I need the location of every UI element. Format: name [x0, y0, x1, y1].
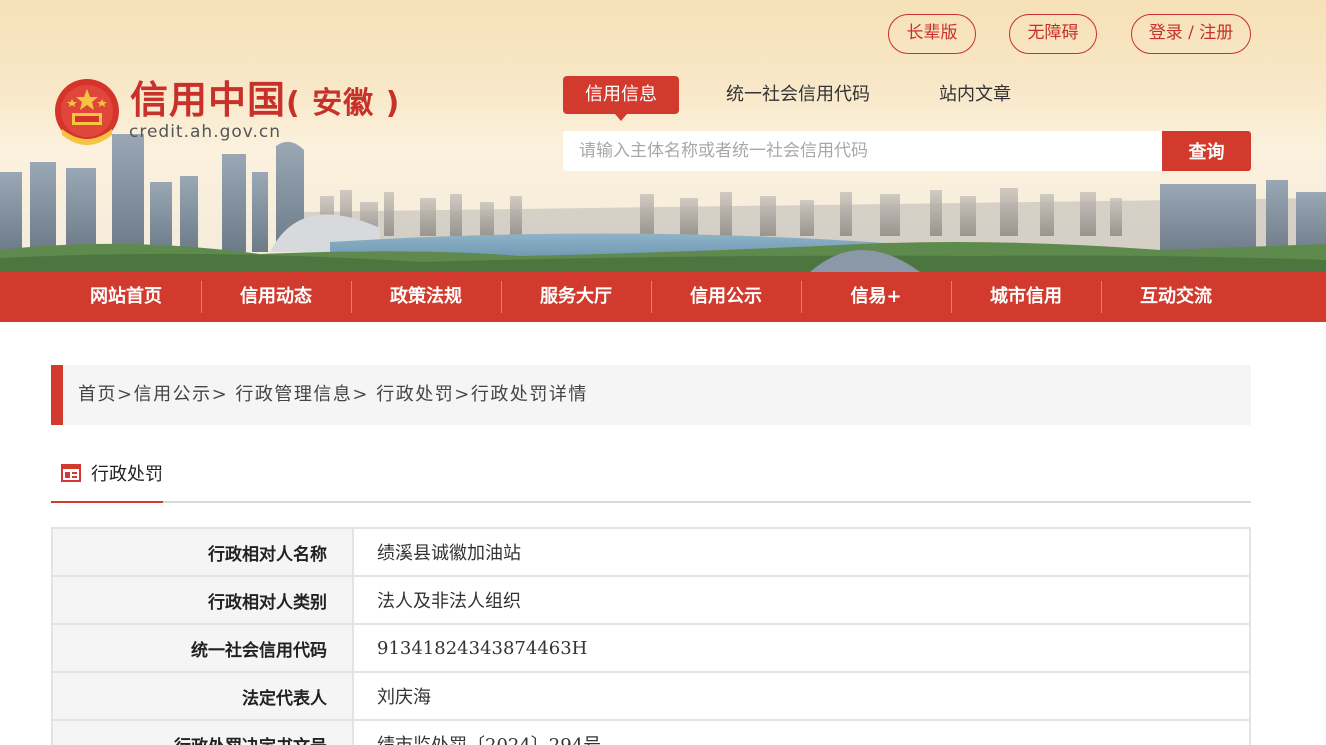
breadcrumb-admin-info[interactable]: 行政管理信息 — [228, 384, 352, 405]
breadcrumb-admin-penalty[interactable]: 行政处罚 — [369, 384, 454, 405]
document-icon — [61, 464, 81, 482]
field-label: 行政相对人名称 — [51, 527, 354, 577]
breadcrumb-accent-bar — [51, 365, 63, 425]
site-header: 长辈版 无障碍 登录 / 注册 信用中国( 安徽 ) credit.ah.gov… — [0, 0, 1326, 272]
section-heading: 行政处罚 — [51, 455, 1251, 503]
table-row: 法定代表人 刘庆海 — [51, 671, 1251, 721]
field-label: 法定代表人 — [51, 671, 354, 721]
tab-credit-info[interactable]: 信用信息 — [563, 76, 679, 121]
breadcrumb-separator: > — [352, 384, 370, 405]
nav-item-policies[interactable]: 政策法规 — [351, 272, 501, 322]
breadcrumb-separator: > — [454, 384, 471, 405]
field-value: 刘庆海 — [352, 671, 1251, 721]
field-label: 行政相对人类别 — [51, 575, 354, 625]
penalty-detail-table: 行政相对人名称 绩溪县诚徽加油站 行政相对人类别 法人及非法人组织 统一社会信用… — [51, 527, 1251, 745]
field-label: 统一社会信用代码 — [51, 623, 354, 673]
search-button[interactable]: 查询 — [1162, 131, 1251, 171]
breadcrumb-separator: > — [117, 384, 134, 405]
field-value: 绩市监处罚〔2024〕294号 — [352, 719, 1251, 745]
nav-item-city-credit[interactable]: 城市信用 — [951, 272, 1101, 322]
breadcrumb-current: 行政处罚详情 — [470, 384, 588, 405]
section-title: 行政处罚 — [91, 464, 163, 485]
breadcrumb-separator: > — [211, 384, 229, 405]
logo-title: 信用中国( 安徽 ) — [130, 76, 400, 128]
breadcrumb-home[interactable]: 首页 — [78, 384, 117, 405]
field-value: 绩溪县诚徽加油站 — [352, 527, 1251, 577]
table-row: 行政相对人名称 绩溪县诚徽加油站 — [51, 527, 1251, 577]
site-logo[interactable]: 信用中国( 安徽 ) credit.ah.gov.cn — [50, 72, 410, 154]
breadcrumb: 首页>信用公示> 行政管理信息> 行政处罚>行政处罚详情 — [51, 365, 1251, 425]
field-value: 法人及非法人组织 — [352, 575, 1251, 625]
tab-site-articles[interactable]: 站内文章 — [939, 76, 1011, 114]
nav-item-credit-news[interactable]: 信用动态 — [201, 272, 351, 322]
elder-mode-button[interactable]: 长辈版 — [888, 14, 976, 54]
nav-item-xinyi-plus[interactable]: 信易+ — [801, 272, 951, 322]
search-input[interactable] — [563, 131, 1162, 171]
nav-item-credit-publicity[interactable]: 信用公示 — [651, 272, 801, 322]
nav-item-home[interactable]: 网站首页 — [51, 272, 201, 322]
main-nav: 网站首页 信用动态 政策法规 服务大厅 信用公示 信易+ 城市信用 互动交流 — [0, 272, 1326, 322]
section-active-underline — [51, 501, 163, 503]
breadcrumb-credit-publicity[interactable]: 信用公示 — [134, 384, 212, 405]
national-emblem-icon — [55, 79, 119, 145]
nav-item-interaction[interactable]: 互动交流 — [1101, 272, 1251, 322]
accessibility-button[interactable]: 无障碍 — [1009, 14, 1097, 54]
field-value: 91341824343874463H — [352, 623, 1251, 673]
table-row: 行政相对人类别 法人及非法人组织 — [51, 575, 1251, 625]
logo-url: credit.ah.gov.cn — [129, 122, 282, 142]
table-row: 行政处罚决定书文号 绩市监处罚〔2024〕294号 — [51, 719, 1251, 745]
table-row: 统一社会信用代码 91341824343874463H — [51, 623, 1251, 673]
logo-title-main: 信用中国 — [130, 78, 287, 122]
field-label: 行政处罚决定书文号 — [51, 719, 354, 745]
login-register-button[interactable]: 登录 / 注册 — [1131, 14, 1251, 54]
nav-item-service-hall[interactable]: 服务大厅 — [501, 272, 651, 322]
tab-credit-code[interactable]: 统一社会信用代码 — [726, 76, 870, 114]
breadcrumb-trail: 首页>信用公示> 行政管理信息> 行政处罚>行政处罚详情 — [78, 365, 588, 425]
logo-title-region: ( 安徽 ) — [286, 86, 401, 121]
search-bar: 查询 — [563, 131, 1251, 171]
